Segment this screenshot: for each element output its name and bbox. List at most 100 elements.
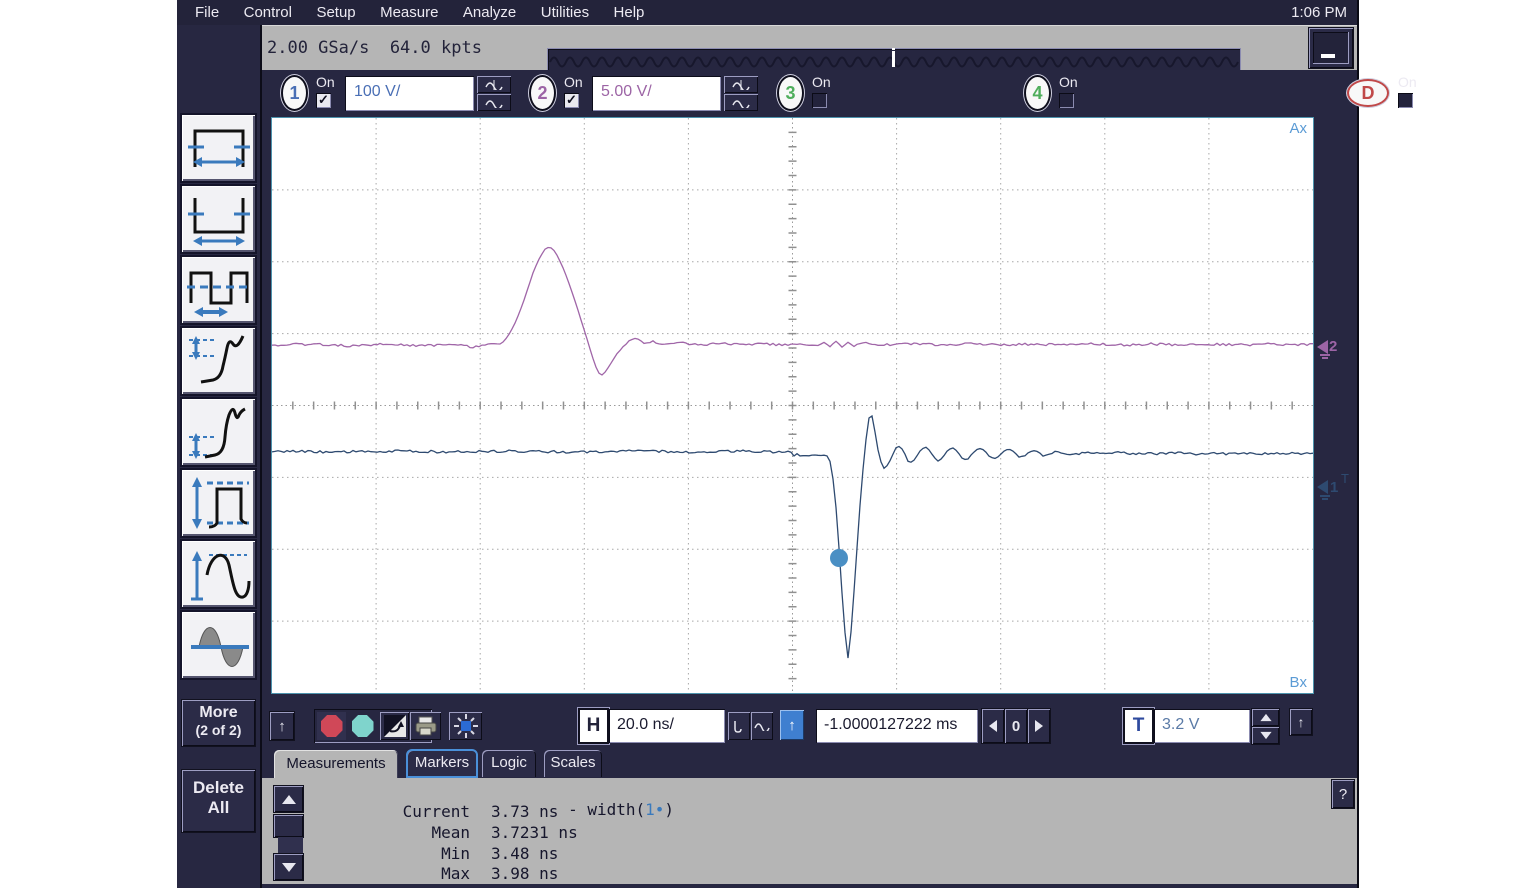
plus-width-button[interactable] [182, 115, 255, 181]
bottom-tabs: Measurements Markers Logic Scales [262, 750, 1357, 778]
trigger-level-down-button[interactable] [1252, 727, 1279, 744]
measurements-scroll-up-button[interactable] [274, 786, 303, 812]
run-icon [352, 715, 374, 737]
menu-help[interactable]: Help [604, 0, 655, 25]
rise-preshoot-icon [187, 403, 251, 461]
preview-position-marker[interactable] [892, 51, 895, 67]
horizontal-button[interactable]: H [580, 710, 607, 742]
minimize-icon [1321, 54, 1335, 58]
channel-2-button[interactable]: 2 [529, 75, 556, 111]
menu-measure[interactable]: Measure [370, 0, 448, 25]
channel-1-button[interactable]: 1 [281, 75, 308, 111]
measurements-scroll-track[interactable] [278, 837, 303, 854]
measurement-row-value: 3.98 ns [491, 864, 558, 885]
acquisition-preview-bar[interactable] [548, 49, 1240, 70]
sine-wave-icon [485, 98, 503, 108]
scroll-up-button-left[interactable]: ↑ [270, 712, 294, 740]
channel-2-scale-field[interactable]: 5.00 V/ [592, 76, 721, 111]
digital-on-checkbox[interactable] [1398, 93, 1413, 108]
horizontal-mode-button[interactable] [728, 712, 750, 740]
channel-3-button[interactable]: 3 [777, 75, 804, 111]
trigger-scroll-up-button[interactable]: ↑ [1290, 709, 1312, 735]
horizontal-position-field[interactable]: -1.0000127222 ms [816, 709, 978, 743]
measurements-scroll-thumb[interactable] [274, 815, 303, 837]
stop-button[interactable] [317, 712, 346, 740]
measurement-row-label: Current [310, 802, 470, 823]
digital-channels-button[interactable]: D [1347, 79, 1389, 107]
pulse-icon [733, 719, 745, 733]
left-arrow-icon [989, 720, 997, 732]
channel-4-on-label: On [1059, 74, 1078, 90]
right-arrow-icon [1035, 720, 1043, 732]
up-triangle-icon [282, 795, 296, 804]
channel-1-coupling-ac-button[interactable] [477, 76, 511, 93]
horizontal-sine-button[interactable] [751, 712, 773, 740]
maximum-button[interactable] [182, 541, 255, 607]
period-icon [187, 263, 251, 317]
channel-1-scale-field[interactable]: 100 V/ [345, 76, 474, 111]
position-decrement-button[interactable] [982, 709, 1004, 743]
ac-wave-icon [732, 80, 750, 90]
more-measurements-button[interactable]: More (2 of 2) [182, 700, 255, 746]
trigger-level-up-button[interactable] [1252, 709, 1279, 726]
channel-3-on-checkbox[interactable] [812, 93, 827, 108]
help-button[interactable]: ? [1332, 780, 1354, 808]
screen-capture-icon [384, 715, 406, 737]
oscilloscope-window: File Control Setup Measure Analyze Utili… [177, 0, 1357, 888]
tab-logic[interactable]: Logic [482, 750, 536, 777]
minus-width-button[interactable] [182, 186, 255, 252]
measurement-row-value: 3.7231 ns [491, 823, 578, 844]
up-arrow-icon: ↑ [1298, 714, 1305, 730]
measurement-row-value: 3.48 ns [491, 844, 558, 865]
channel-2-coupling-sine-button[interactable] [724, 94, 758, 111]
screen: File Control Setup Measure Analyze Utili… [0, 0, 1535, 888]
screen-capture-button[interactable] [380, 712, 409, 740]
sine-wave-icon [732, 98, 750, 108]
measurements-scroll-down-button[interactable] [274, 854, 303, 880]
timebase-field[interactable]: 20.0 ns/ [609, 709, 725, 743]
tab-scales[interactable]: Scales [544, 750, 602, 777]
sine-wave-icon [754, 721, 770, 731]
channel-2-on-label: On [564, 74, 583, 90]
trigger-button[interactable]: T [1125, 710, 1152, 742]
tab-markers[interactable]: Markers [407, 750, 477, 777]
channel-1-on-checkbox[interactable]: ✓ [316, 93, 331, 108]
channel-3-on-label: On [812, 74, 831, 90]
stop-icon [321, 715, 343, 737]
menu-setup[interactable]: Setup [306, 0, 365, 25]
display-brightness-button[interactable] [449, 712, 482, 740]
horizontal-scroll-up-button[interactable]: ↑ [780, 710, 804, 740]
channel-2-coupling-ac-button[interactable] [724, 76, 758, 93]
channel-1-coupling-sine-button[interactable] [477, 94, 511, 111]
position-increment-button[interactable] [1028, 709, 1050, 743]
rise-preshoot-button[interactable] [182, 399, 255, 465]
area-button[interactable] [182, 612, 255, 678]
up-arrow-icon: ↑ [278, 718, 286, 735]
print-button[interactable] [410, 712, 441, 740]
fall-overshoot-button[interactable] [182, 328, 255, 394]
measurement-row-label: Min [310, 844, 470, 865]
menu-control[interactable]: Control [234, 0, 302, 25]
sidebar: More (2 of 2) Delete All [177, 25, 262, 888]
period-button[interactable] [182, 257, 255, 323]
menu-analyze[interactable]: Analyze [453, 0, 526, 25]
position-zero-button[interactable]: 0 [1005, 709, 1027, 743]
ac-wave-icon [485, 80, 503, 90]
channel-4-on-checkbox[interactable] [1059, 93, 1074, 108]
tab-measurements[interactable]: Measurements [274, 750, 398, 778]
trigger-level-field[interactable]: 3.2 V [1154, 709, 1250, 743]
channel-4-button[interactable]: 4 [1024, 75, 1051, 111]
channel-1-ground-trigger-marker[interactable]: 1 T [1317, 475, 1357, 505]
menu-file[interactable]: File [185, 0, 229, 25]
peak-peak-button[interactable] [182, 470, 255, 536]
delete-all-button[interactable]: Delete All [182, 770, 255, 832]
run-button[interactable] [348, 712, 377, 740]
channel-2-ground-marker[interactable]: 2 [1317, 337, 1353, 367]
area-icon [187, 617, 251, 673]
channel-2-on-checkbox[interactable]: ✓ [564, 93, 579, 108]
waveform-display[interactable]: Ax Bx [272, 118, 1313, 693]
menu-utilities[interactable]: Utilities [531, 0, 599, 25]
maximum-icon [187, 545, 251, 603]
minimize-button[interactable] [1309, 28, 1353, 68]
peak-peak-icon [187, 475, 251, 531]
